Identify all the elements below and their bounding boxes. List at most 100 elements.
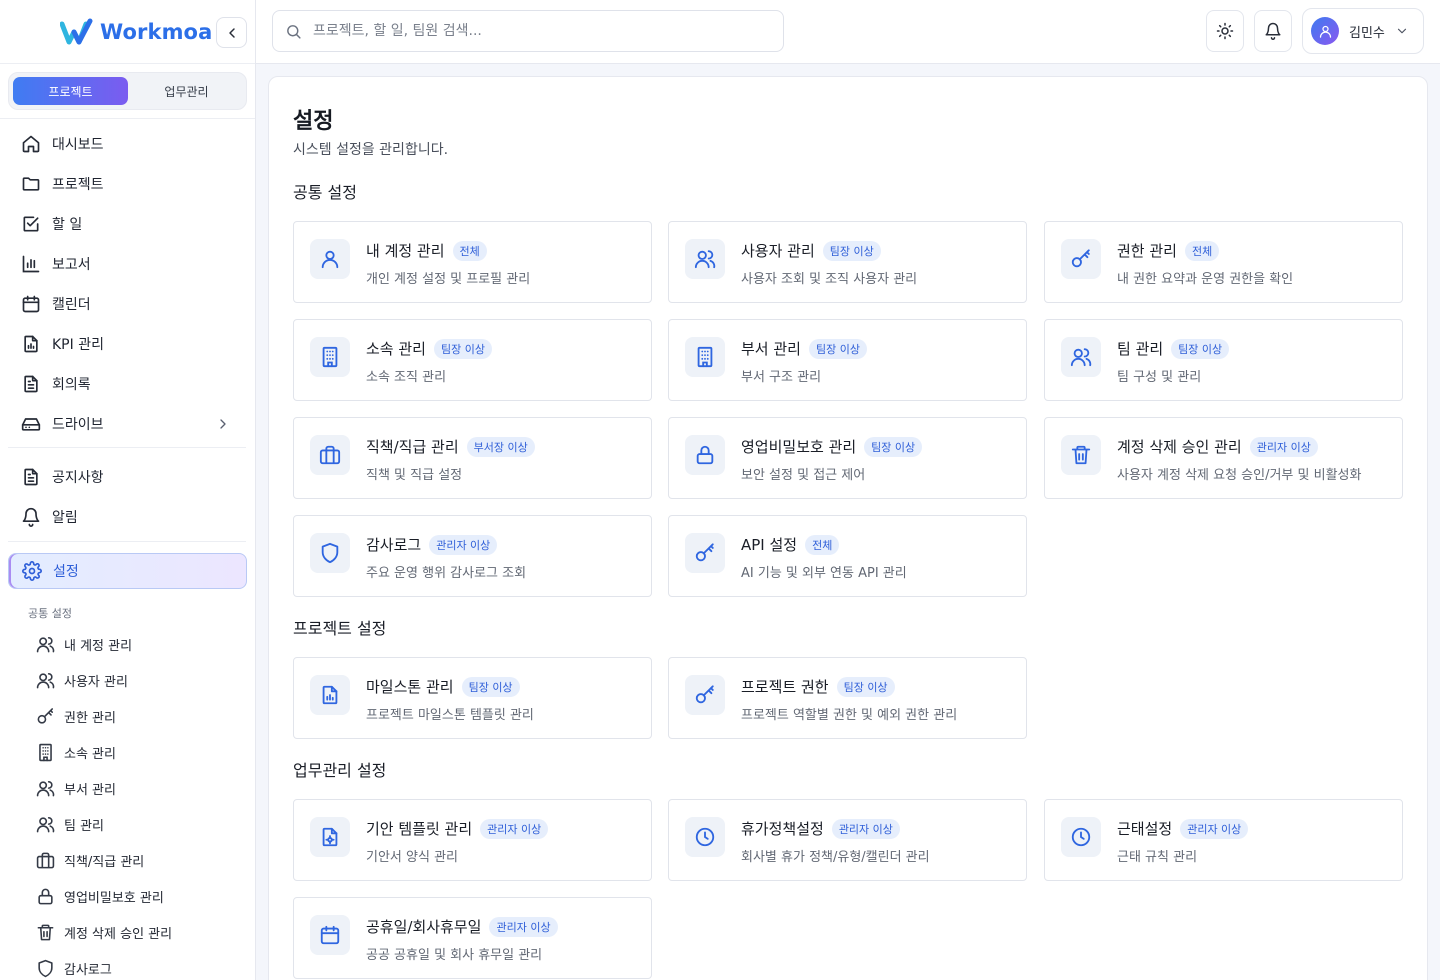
collapse-sidebar-button[interactable]: [216, 17, 247, 48]
users-icon: [1070, 346, 1092, 368]
sub-item-trade-secret[interactable]: 영업비밀보호 관리: [36, 882, 164, 910]
bar-chart-icon: [21, 254, 41, 274]
card-position[interactable]: 직책/직급 관리 부서장 이상 직책 및 직급 설정: [293, 417, 652, 499]
card-milestone[interactable]: 마일스톤 관리 팀장 이상 프로젝트 마일스톤 템플릿 관리: [293, 657, 652, 739]
divider: [0, 118, 255, 119]
card-attendance[interactable]: 근태설정 관리자 이상 근태 규칙 관리: [1044, 799, 1403, 881]
sub-item-label: 감사로그: [64, 962, 112, 978]
settings-group-title: 공통 설정: [28, 607, 72, 620]
chevron-right-icon: [215, 416, 231, 432]
nav-item-label: 할 일: [52, 217, 83, 233]
sub-item-audit-log[interactable]: 감사로그: [36, 954, 112, 980]
card-icon-box: [685, 675, 725, 715]
card-audit-log[interactable]: 감사로그 관리자 이상 주요 운영 행위 감사로그 조회: [293, 515, 652, 597]
divider: [8, 447, 246, 448]
sub-item-users[interactable]: 사용자 관리: [36, 666, 128, 694]
sub-item-affiliation[interactable]: 소속 관리: [36, 738, 116, 766]
nav-item-todo[interactable]: 할 일: [8, 206, 247, 242]
card-description: 소속 조직 관리: [366, 370, 447, 385]
card-department[interactable]: 부서 관리 팀장 이상 부서 구조 관리: [668, 319, 1027, 401]
card-description: 근태 규칙 관리: [1117, 850, 1198, 865]
nav-item-project[interactable]: 프로젝트: [8, 166, 247, 202]
nav-item-settings[interactable]: 설정: [8, 553, 247, 589]
briefcase-icon: [319, 444, 341, 466]
card-team[interactable]: 팀 관리 팀장 이상 팀 구성 및 관리: [1044, 319, 1403, 401]
users-icon: [36, 779, 55, 798]
file-chart-icon: [21, 334, 41, 354]
card-description: 팀 구성 및 관리: [1117, 370, 1202, 385]
sub-item-label: 계정 삭제 승인 관리: [64, 926, 173, 942]
clock-icon: [1070, 826, 1092, 848]
user-icon: [319, 248, 341, 270]
sidebar: Workmoa 프로젝트 업무관리 대시보드 프로젝트 할 일 보고서 캘린더 …: [0, 0, 256, 980]
theme-toggle-button[interactable]: [1206, 10, 1244, 52]
key-icon: [1070, 248, 1092, 270]
mode-project-button[interactable]: 프로젝트: [13, 77, 128, 105]
role-badge: 팀장 이상: [1171, 338, 1230, 359]
card-title: 권한 관리: [1117, 242, 1177, 260]
nav-item-kpi[interactable]: KPI 관리: [8, 326, 247, 362]
nav-item-drive[interactable]: 드라이브: [8, 406, 247, 442]
role-badge: 관리자 이상: [429, 534, 498, 555]
card-project-permission[interactable]: 프로젝트 권한 팀장 이상 프로젝트 역할별 권한 및 예외 권한 관리: [668, 657, 1027, 739]
nav-item-alerts[interactable]: 알림: [8, 499, 247, 535]
sub-item-label: 팀 관리: [64, 818, 105, 834]
card-icon-box: [685, 817, 725, 857]
user-menu-button[interactable]: 김민수: [1302, 8, 1424, 54]
sub-item-permissions[interactable]: 권한 관리: [36, 702, 116, 730]
nav-item-label: KPI 관리: [52, 337, 104, 353]
role-badge: 전체: [452, 240, 487, 261]
role-badge: 팀장 이상: [461, 676, 520, 697]
card-title: 프로젝트 권한: [741, 678, 829, 696]
card-title: 기안 템플릿 관리: [366, 820, 473, 838]
section-title-project: 프로젝트 설정: [293, 619, 387, 638]
card-draft-template[interactable]: 기안 템플릿 관리 관리자 이상 기안서 양식 관리: [293, 799, 652, 881]
card-description: 보안 설정 및 접근 제어: [741, 468, 866, 483]
sub-item-position[interactable]: 직책/직급 관리: [36, 846, 144, 874]
sub-item-my-account[interactable]: 내 계정 관리: [36, 630, 132, 658]
sub-item-team[interactable]: 팀 관리: [36, 810, 104, 838]
card-title: 내 계정 관리: [366, 242, 445, 260]
nav-item-calendar[interactable]: 캘린더: [8, 286, 247, 322]
nav-item-report[interactable]: 보고서: [8, 246, 247, 282]
search-input[interactable]: [313, 23, 753, 39]
card-title: 휴가정책설정: [741, 820, 824, 838]
sun-icon: [1216, 22, 1234, 40]
document-icon: [21, 467, 41, 487]
card-title: 마일스톤 관리: [366, 678, 454, 696]
nav-item-minutes[interactable]: 회의록: [8, 366, 247, 402]
card-description: 기안서 양식 관리: [366, 850, 458, 865]
sub-item-label: 영업비밀보호 관리: [64, 890, 164, 906]
card-api-settings[interactable]: API 설정 전체 AI 기능 및 외부 연동 API 관리: [668, 515, 1027, 597]
role-badge: 관리자 이상: [1249, 436, 1318, 457]
sub-item-account-deletion[interactable]: 계정 삭제 승인 관리: [36, 918, 172, 946]
card-description: 개인 계정 설정 및 프로필 관리: [366, 272, 531, 287]
card-affiliation[interactable]: 소속 관리 팀장 이상 소속 조직 관리: [293, 319, 652, 401]
divider: [8, 541, 246, 542]
mode-work-button[interactable]: 업무관리: [129, 77, 244, 105]
card-trade-secret[interactable]: 영업비밀보호 관리 팀장 이상 보안 설정 및 접근 제어: [668, 417, 1027, 499]
logo-text: Workmoa: [100, 20, 213, 44]
card-leave-policy[interactable]: 휴가정책설정 관리자 이상 회사별 휴가 정책/유형/캘린더 관리: [668, 799, 1027, 881]
sub-item-department[interactable]: 부서 관리: [36, 774, 116, 802]
card-holidays[interactable]: 공휴일/회사휴무일 관리자 이상 공공 공휴일 및 회사 휴무일 관리: [293, 897, 652, 979]
logo-icon: [60, 18, 93, 45]
nav-item-label: 보고서: [52, 257, 91, 273]
nav-item-notice[interactable]: 공지사항: [8, 459, 247, 495]
card-my-account[interactable]: 내 계정 관리 전체 개인 계정 설정 및 프로필 관리: [293, 221, 652, 303]
notifications-button[interactable]: [1254, 10, 1292, 52]
card-title: 직책/직급 관리: [366, 438, 459, 456]
card-account-deletion[interactable]: 계정 삭제 승인 관리 관리자 이상 사용자 계정 삭제 요청 승인/거부 및 비…: [1044, 417, 1403, 499]
card-permission-management[interactable]: 권한 관리 전체 내 권한 요약과 운영 권한을 확인: [1044, 221, 1403, 303]
key-icon: [694, 684, 716, 706]
card-icon-box: [685, 533, 725, 573]
card-title: 감사로그: [366, 536, 422, 554]
section-title-work: 업무관리 설정: [293, 761, 387, 780]
card-user-management[interactable]: 사용자 관리 팀장 이상 사용자 조회 및 조직 사용자 관리: [668, 221, 1027, 303]
card-description: 사용자 계정 삭제 요청 승인/거부 및 비활성화: [1117, 468, 1362, 483]
card-description: 프로젝트 마일스톤 템플릿 관리: [366, 708, 534, 723]
nav-item-dashboard[interactable]: 대시보드: [8, 126, 247, 162]
card-title: 근태설정: [1117, 820, 1173, 838]
card-title: API 설정: [741, 536, 798, 554]
logo[interactable]: Workmoa: [60, 18, 212, 46]
